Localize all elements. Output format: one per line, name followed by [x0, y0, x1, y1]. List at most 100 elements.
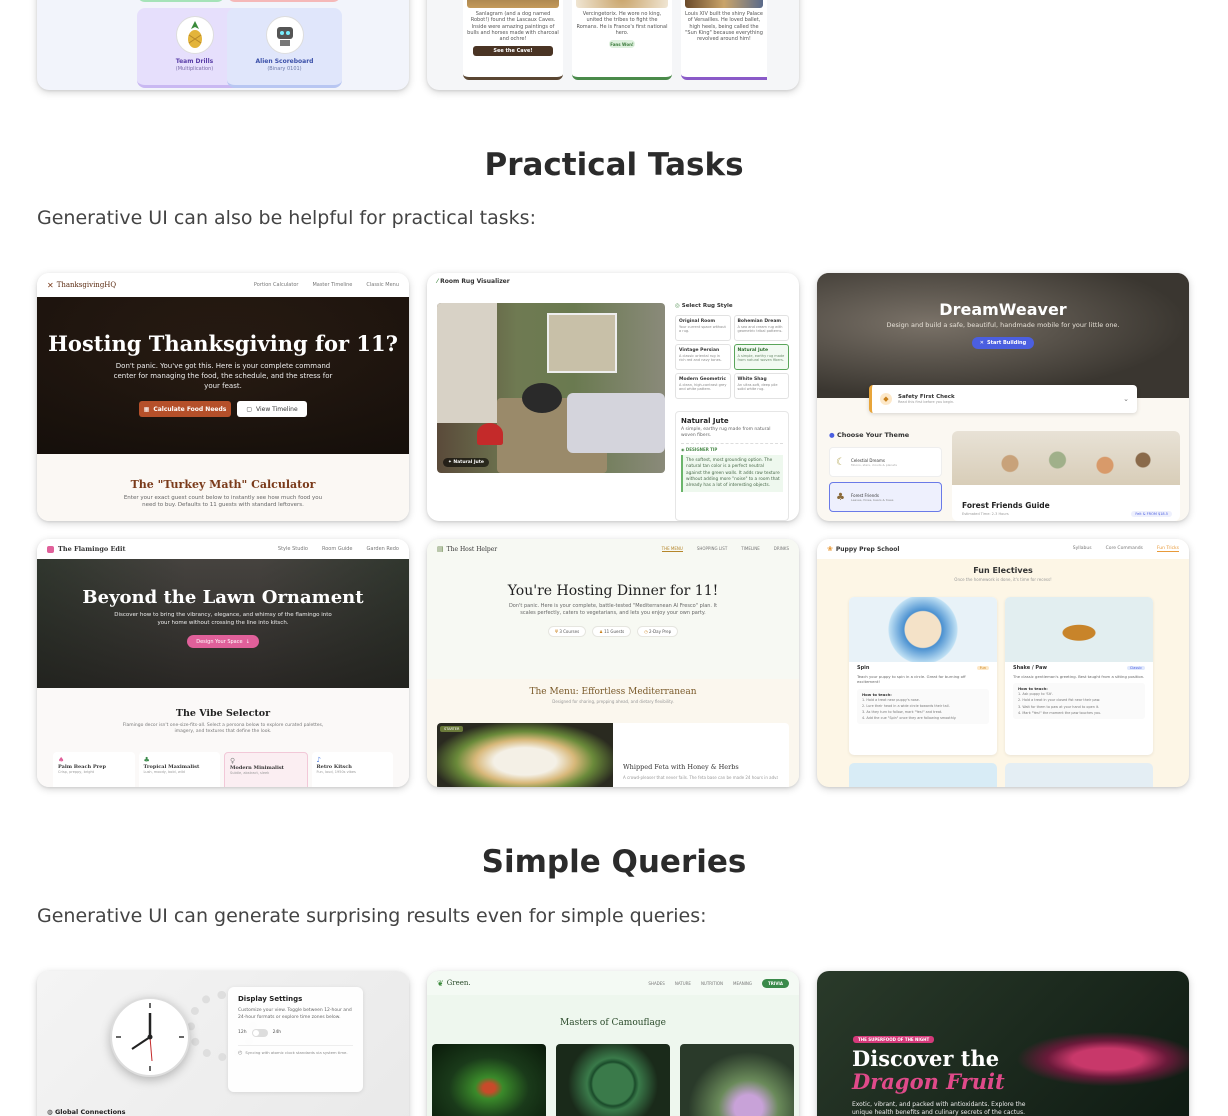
trick-card[interactable]: Shake / Paw Classic The classic gentleman…	[1005, 597, 1153, 755]
rug-option[interactable]: Original Room Your current space without …	[675, 315, 731, 341]
host-nav: ▤ The Host Helper THE MENU SHOPPING LIST…	[427, 539, 799, 559]
nav-link[interactable]: MEANING	[733, 981, 752, 986]
puppy-brand[interactable]: Puppy Prep School	[836, 546, 900, 553]
design-space-button[interactable]: Design Your Space ↓	[187, 635, 259, 649]
card-french-history[interactable]: Sanlagram (and a dog named Robot!) found…	[427, 0, 799, 90]
history-text: Sanlagram (and a dog named Robot!) found…	[467, 11, 559, 42]
nav-link[interactable]: Garden Redo	[367, 546, 399, 552]
room-photo: ✦ Natural Jute	[437, 303, 665, 473]
safety-check-accordion[interactable]: ◆ Safety First Check Read this first befo…	[869, 385, 1137, 413]
utensils-icon: Ψ	[554, 628, 559, 634]
flamingo-hero: Beyond the Lawn Ornament Discover how to…	[37, 559, 409, 688]
nav-link[interactable]: Room Guide	[322, 546, 353, 552]
section-desc-practical: Generative UI can also be helpful for pr…	[37, 207, 536, 229]
dish-card[interactable]: STARTER Whipped Feta with Honey & Herbs …	[437, 723, 789, 787]
green-nav: ❦ Green. SHADES NATURE NUTRITION MEANING…	[427, 971, 799, 995]
utensils-icon: ▤	[437, 545, 444, 553]
nav-link[interactable]: Classic Menu	[366, 282, 399, 288]
theme-option[interactable]: ☾ Celestial Dreams Moons, stars, clouds &…	[829, 447, 942, 477]
persona-card-selected[interactable]: ♀ Modern Minimalist Subtle, abstract, slee…	[224, 752, 308, 787]
flamingo-brand[interactable]: The Flamingo Edit	[58, 545, 125, 553]
step: 4. Mark "Yes!" the moment the paw touche…	[1018, 710, 1102, 715]
host-brand[interactable]: The Host Helper	[447, 546, 498, 553]
detail-title: Natural Jute	[681, 417, 729, 425]
nav-link[interactable]: NUTRITION	[701, 981, 723, 986]
nav-link-active[interactable]: THE MENU	[661, 546, 683, 552]
history-col-3: Louis XIV built the shiny Palace of Vers…	[681, 0, 767, 80]
green-brand[interactable]: Green.	[447, 979, 471, 987]
rug-option[interactable]: Vintage Persian A classic oriental rug in…	[675, 344, 731, 370]
persona-card[interactable]: ♠ Palm Beach Prep Crisp, preppy, bright	[53, 752, 135, 787]
cave-image	[467, 0, 559, 8]
card-thanksgiving[interactable]: ✕ ThanksgivingHQ Portion Calculator Mast…	[37, 273, 409, 521]
start-building-button[interactable]: ✕ Start Building	[972, 337, 1034, 349]
theme-option-selected[interactable]: ♣ Forest Friends Leaves, foxes, bears & t…	[829, 482, 942, 512]
trick-card-peek	[849, 763, 997, 787]
theme-desc: Leaves, foxes, bears & trees	[850, 497, 894, 502]
page: Team Drills (Multiplication) Alien Score…	[0, 0, 1228, 1116]
section-title-simple: Simple Queries	[481, 844, 747, 880]
hammer-icon: ✕	[979, 340, 984, 346]
fans-won-button[interactable]: Fans Won!	[609, 40, 635, 48]
chip-label: 3 Courses	[559, 628, 580, 634]
step: 4. Add the cue "Spin" once they are foll…	[862, 716, 957, 720]
section-text: Flamingo decor isn't one-size-fits-all. …	[122, 723, 324, 735]
card-rug-visualizer[interactable]: ⁄ Room Rug Visualizer ✦ Natural Jute ◎ S…	[427, 273, 799, 521]
tip-label-text: DESIGNER TIP	[685, 447, 718, 453]
math-item-alien-scoreboard[interactable]: Alien Scoreboard (Binary 0101)	[227, 8, 342, 88]
card-host-helper[interactable]: ▤ The Host Helper THE MENU SHOPPING LIST…	[427, 539, 799, 787]
rug-option[interactable]: White Shag An ultra-soft, deep pile solid…	[733, 373, 789, 399]
guide-title: Forest Friends Guide	[962, 501, 1050, 510]
nav-link[interactable]: SHADES	[648, 981, 664, 986]
nav-link[interactable]: NATURE	[675, 981, 691, 986]
nav-link-active[interactable]: Fun Tricks	[1156, 546, 1179, 552]
nav-link[interactable]: TIMELINE	[741, 546, 760, 552]
card-dragon-fruit[interactable]: THE SUPERFOOD OF THE NIGHT Discover the …	[817, 971, 1189, 1116]
robot-icon	[265, 16, 304, 54]
shield-icon: ◆	[880, 393, 892, 405]
check-circle-icon: ◎	[675, 303, 680, 309]
view-timeline-button[interactable]: ▢ View Timeline	[237, 401, 307, 418]
toggle-label: 12h	[238, 1030, 247, 1035]
analog-clock	[110, 997, 190, 1077]
card-green[interactable]: ❦ Green. SHADES NATURE NUTRITION MEANING…	[427, 971, 799, 1116]
panel-text: Customize your view. Toggle between 12-h…	[238, 1008, 352, 1020]
history-col-1: Sanlagram (and a dog named Robot!) found…	[463, 0, 563, 80]
card-math-games[interactable]: Team Drills (Multiplication) Alien Score…	[37, 0, 409, 90]
wand-icon: ⁄	[437, 278, 439, 285]
nav-link[interactable]: Syllabus	[1073, 546, 1092, 552]
rug-option-selected[interactable]: Natural Jute A simple, earthy rug made fr…	[733, 344, 789, 370]
lightbulb-icon: ◉	[681, 447, 685, 453]
dragon-title-line1: Discover the	[852, 1046, 1000, 1071]
choose-theme-label: ● Choose Your Theme	[829, 431, 909, 439]
format-toggle[interactable]	[251, 1028, 268, 1037]
thanksgiving-brand[interactable]: ThanksgivingHQ	[57, 281, 116, 289]
card-puppy-prep[interactable]: ❀ Puppy Prep School Syllabus Core Comman…	[817, 539, 1189, 787]
card-dreamweaver[interactable]: DreamWeaver Design and build a safe, bea…	[817, 273, 1189, 521]
nav-link[interactable]: Master Timeline	[312, 282, 352, 288]
calculator-icon: ▦	[143, 405, 150, 413]
card-flamingo[interactable]: The Flamingo Edit Style Studio Room Guid…	[37, 539, 409, 787]
card-clock[interactable]: Display Settings Customize your view. To…	[37, 971, 409, 1116]
rug-option-name: Bohemian Dream	[737, 319, 782, 324]
nav-link[interactable]: SHOPPING LIST	[697, 546, 727, 552]
rug-option[interactable]: Bohemian Dream A sea and cream rug with g…	[733, 315, 789, 341]
trivia-button[interactable]: TRIVIA	[762, 978, 789, 988]
nav-link[interactable]: Style Studio	[278, 546, 308, 552]
rug-option-desc: A simple, earthy rug made from natural w…	[737, 353, 785, 362]
persona-card[interactable]: ♪ Retro Kitsch Fun, loud, 1950s vibes	[311, 752, 393, 787]
puppy-paw-image	[1005, 597, 1153, 662]
photo-tag-label: Natural Jute	[453, 460, 484, 465]
chip: ◷ 2-Day Prep	[637, 625, 679, 637]
see-cave-button[interactable]: See the Cave!	[473, 46, 553, 57]
calculate-food-button[interactable]: ▦ Calculate Food Needs	[139, 401, 231, 418]
leaf-icon: ❦	[437, 978, 444, 988]
trick-card[interactable]: Spin Fun Teach your puppy to spin in a ci…	[849, 597, 997, 755]
guide-card[interactable]: Forest Friends Guide Estimated Time: 2-3…	[952, 431, 1180, 521]
rug-option[interactable]: Modern Geometric A clean, high-contrast g…	[675, 373, 731, 399]
persona-card[interactable]: ♣ Tropical Maximalist Lush, moody, bold, w…	[138, 752, 220, 787]
nav-link[interactable]: DRINKS	[774, 546, 789, 552]
nav-link[interactable]: Core Commands	[1106, 546, 1143, 552]
nav-link[interactable]: Portion Calculator	[254, 282, 299, 288]
trick-card-peek	[1005, 763, 1153, 787]
